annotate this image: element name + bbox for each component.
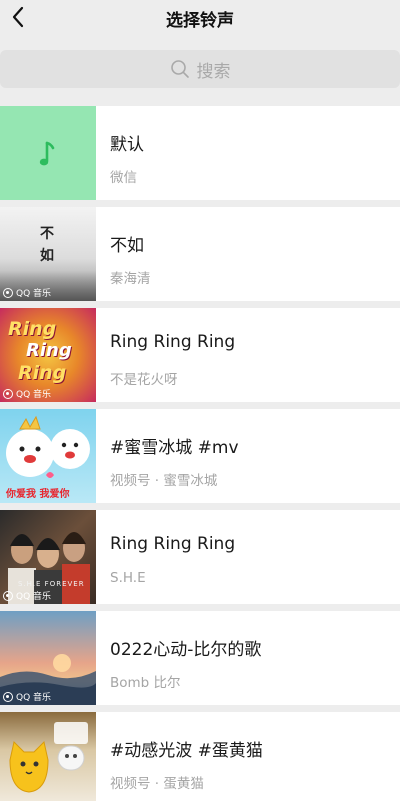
ringtone-thumbnail <box>0 712 96 801</box>
album-cover-text: Ring <box>18 362 67 384</box>
ringtone-item[interactable]: #动感光波 #蛋黄猫 视频号 · 蛋黄猫 <box>0 712 400 801</box>
search-icon <box>170 60 189 78</box>
album-cover-text: 不 <box>40 226 54 242</box>
ringtone-item[interactable]: 默认 微信 <box>0 106 400 200</box>
ringtone-subtitle: 视频号 · 蛋黄猫 <box>110 776 204 792</box>
ringtone-title: 0222心动-比尔的歌 <box>110 640 262 660</box>
album-cover-text: S.H.E FOREVER <box>18 580 85 588</box>
qq-music-badge: QQ 音乐 <box>3 387 51 400</box>
ringtone-title: #蜜雪冰城 #mv <box>110 438 239 458</box>
ringtone-subtitle: 秦海清 <box>110 271 151 287</box>
ringtone-title: Ring Ring Ring <box>110 332 236 352</box>
qq-music-icon <box>3 388 13 399</box>
ringtone-thumbnail: 你爱我 我爱你 <box>0 409 96 503</box>
ringtone-title: 默认 <box>110 135 144 155</box>
music-note-icon <box>39 141 55 166</box>
ringtone-title: Ring Ring Ring <box>110 534 236 554</box>
ringtone-item[interactable]: S.H.E FOREVER QQ 音乐 Ring Ring Ring S.H.E <box>0 510 400 604</box>
album-cover-text: 如 <box>40 248 54 264</box>
qq-music-badge: QQ 音乐 <box>3 286 51 299</box>
ringtone-subtitle: 视频号 · 蜜雪冰城 <box>110 473 218 489</box>
search-placeholder: 搜索 <box>196 61 231 82</box>
ringtone-title: 不如 <box>110 236 144 256</box>
page-title: 选择铃声 <box>166 11 234 31</box>
ringtone-item[interactable]: 不 如 QQ 音乐 不如 秦海清 <box>0 207 400 301</box>
ringtone-thumbnail: Ring Ring Ring QQ 音乐 <box>0 308 96 402</box>
ringtone-subtitle: Bomb 比尔 <box>110 675 181 691</box>
ringtone-title: #动感光波 #蛋黄猫 <box>110 741 263 761</box>
ringtone-thumbnail: QQ 音乐 <box>0 611 96 705</box>
ringtone-item[interactable]: QQ 音乐 0222心动-比尔的歌 Bomb 比尔 <box>0 611 400 705</box>
ringtone-item[interactable]: Ring Ring Ring QQ 音乐 Ring Ring Ring 不是花火… <box>0 308 400 402</box>
qq-music-icon <box>3 287 13 298</box>
yolk-cat-mascot-image <box>9 722 88 793</box>
video-cover-text: 你爱我 我爱你 <box>6 489 70 500</box>
qq-music-badge: QQ 音乐 <box>3 690 51 703</box>
ringtone-subtitle: S.H.E <box>110 570 146 586</box>
ringtone-list: 默认 微信 不 如 QQ 音乐 不如 秦海清 Ring Ring Ring QQ… <box>0 106 400 801</box>
album-cover-text: Ring <box>8 318 57 340</box>
search-bar[interactable]: 搜索 <box>0 50 400 88</box>
ringtone-subtitle: 不是花火呀 <box>110 372 178 388</box>
ringtone-thumbnail <box>0 106 96 200</box>
ringtone-item[interactable]: 你爱我 我爱你 #蜜雪冰城 #mv 视频号 · 蜜雪冰城 <box>0 409 400 503</box>
navigation-bar: 选择铃声 <box>0 0 400 38</box>
ringtone-thumbnail: 不 如 QQ 音乐 <box>0 207 96 301</box>
album-cover-text: Ring <box>26 340 72 361</box>
qq-music-badge: QQ 音乐 <box>3 589 51 602</box>
qq-music-icon <box>3 590 13 601</box>
ringtone-thumbnail: S.H.E FOREVER QQ 音乐 <box>0 510 96 604</box>
ringtone-subtitle: 微信 <box>110 170 137 186</box>
qq-music-icon <box>3 691 13 702</box>
